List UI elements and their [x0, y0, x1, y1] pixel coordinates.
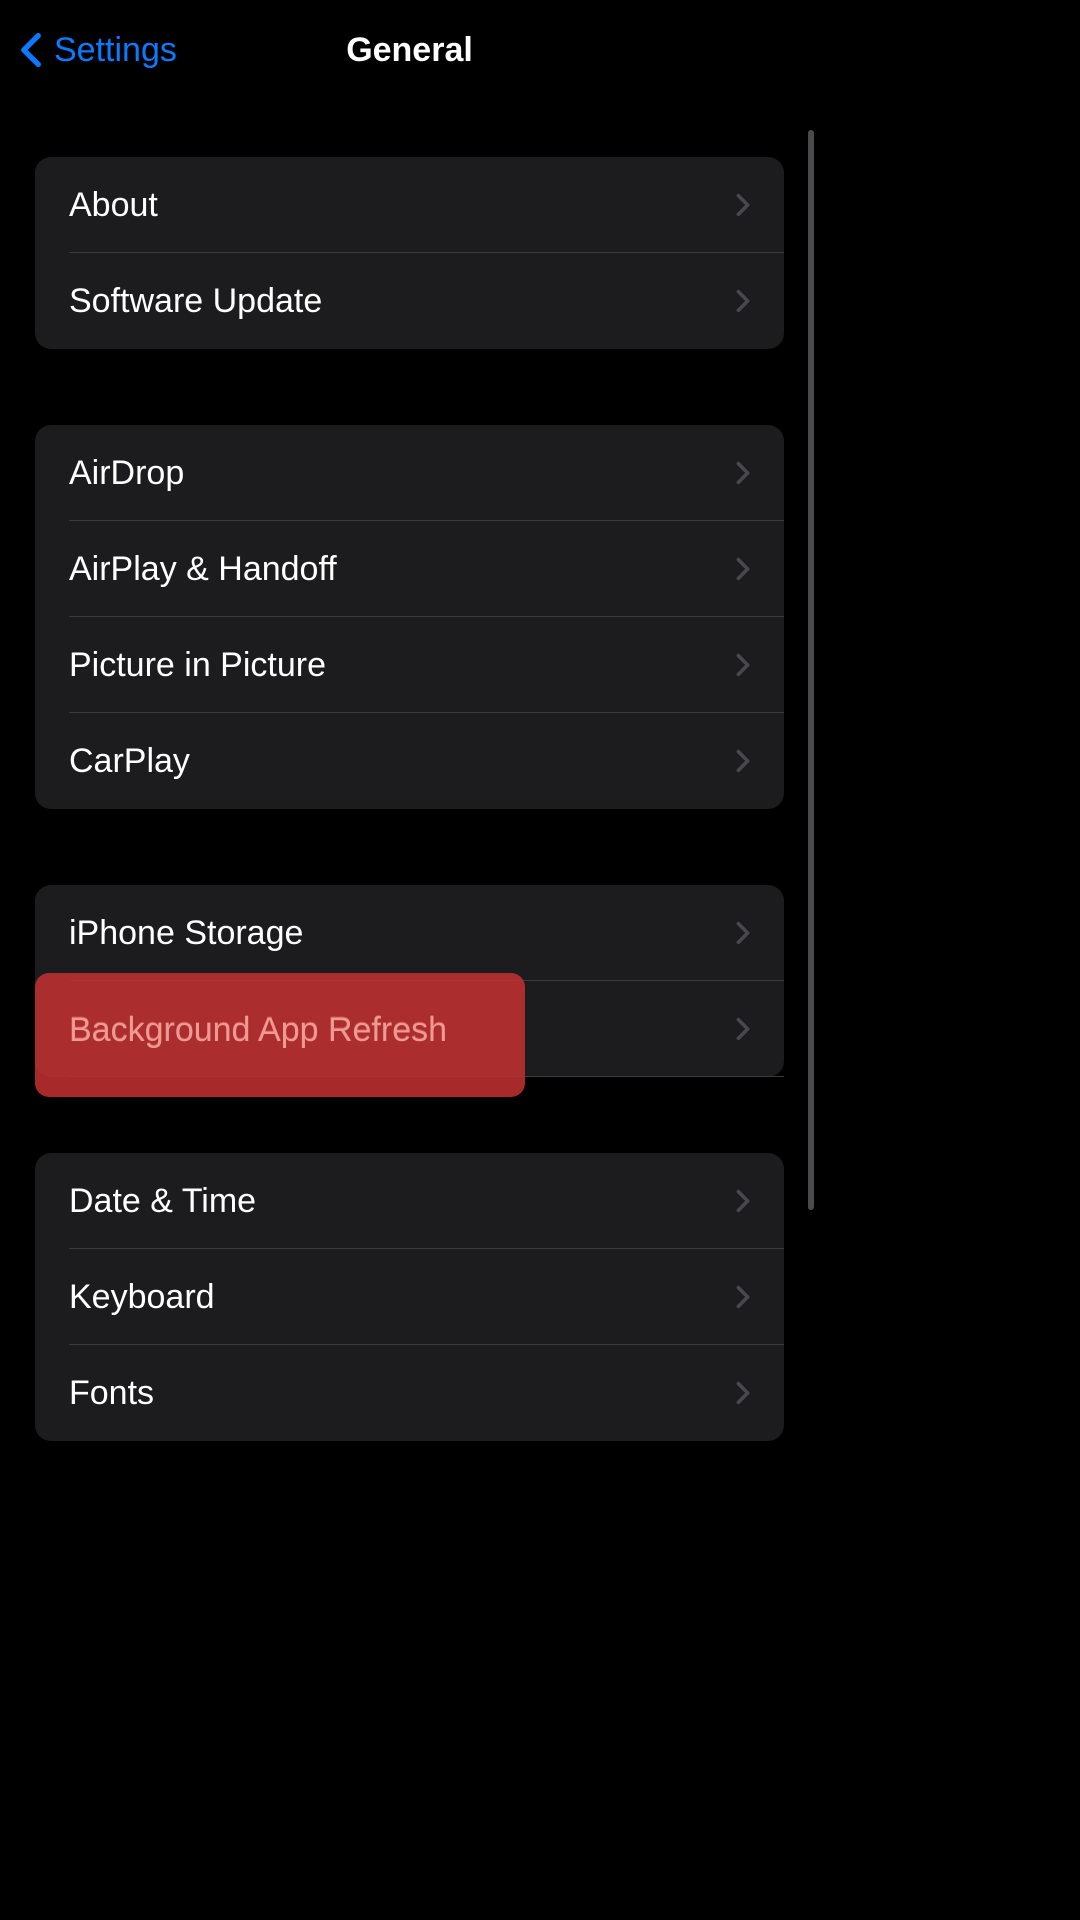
row-label: Fonts	[69, 1374, 154, 1413]
row-label: About	[69, 186, 158, 225]
row-label: CarPlay	[69, 742, 190, 781]
navigation-bar: Settings General	[0, 0, 819, 100]
section-date-time: Date & Time Keyboard Fonts	[35, 1153, 784, 1441]
section-about: About Software Update	[35, 157, 784, 349]
chevron-right-icon	[736, 193, 750, 217]
row-label: iPhone Storage	[69, 914, 303, 953]
section-storage: iPhone Storage Background App Refresh Ba…	[35, 885, 784, 1077]
row-fonts[interactable]: Fonts	[35, 1345, 784, 1441]
chevron-right-icon	[736, 1017, 750, 1041]
row-about[interactable]: About	[35, 157, 784, 253]
row-iphone-storage[interactable]: iPhone Storage	[35, 885, 784, 981]
row-label: Picture in Picture	[69, 646, 326, 685]
row-software-update[interactable]: Software Update	[35, 253, 784, 349]
scrollbar[interactable]	[808, 130, 814, 1210]
row-keyboard[interactable]: Keyboard	[35, 1249, 784, 1345]
section-airdrop: AirDrop AirPlay & Handoff Picture in Pic…	[35, 425, 784, 809]
row-airplay-handoff[interactable]: AirPlay & Handoff	[35, 521, 784, 617]
back-button[interactable]: Settings	[20, 31, 177, 70]
chevron-right-icon	[736, 1189, 750, 1213]
chevron-right-icon	[736, 557, 750, 581]
row-date-time[interactable]: Date & Time	[35, 1153, 784, 1249]
back-label: Settings	[54, 31, 177, 70]
row-label: Software Update	[69, 282, 322, 321]
chevron-right-icon	[736, 289, 750, 313]
row-label: AirDrop	[69, 454, 184, 493]
highlight-label: Background App Refresh	[69, 1011, 447, 1050]
chevron-right-icon	[736, 921, 750, 945]
row-picture-in-picture[interactable]: Picture in Picture	[35, 617, 784, 713]
page-title: General	[346, 31, 473, 70]
chevron-right-icon	[736, 749, 750, 773]
row-airdrop[interactable]: AirDrop	[35, 425, 784, 521]
row-label: AirPlay & Handoff	[69, 550, 337, 589]
row-carplay[interactable]: CarPlay	[35, 713, 784, 809]
chevron-right-icon	[736, 1285, 750, 1309]
chevron-right-icon	[736, 461, 750, 485]
content-area: About Software Update AirDrop AirPlay & …	[0, 100, 819, 1441]
chevron-right-icon	[736, 653, 750, 677]
chevron-left-icon	[20, 32, 42, 68]
row-label: Date & Time	[69, 1182, 256, 1221]
chevron-right-icon	[736, 1381, 750, 1405]
row-label: Keyboard	[69, 1278, 215, 1317]
